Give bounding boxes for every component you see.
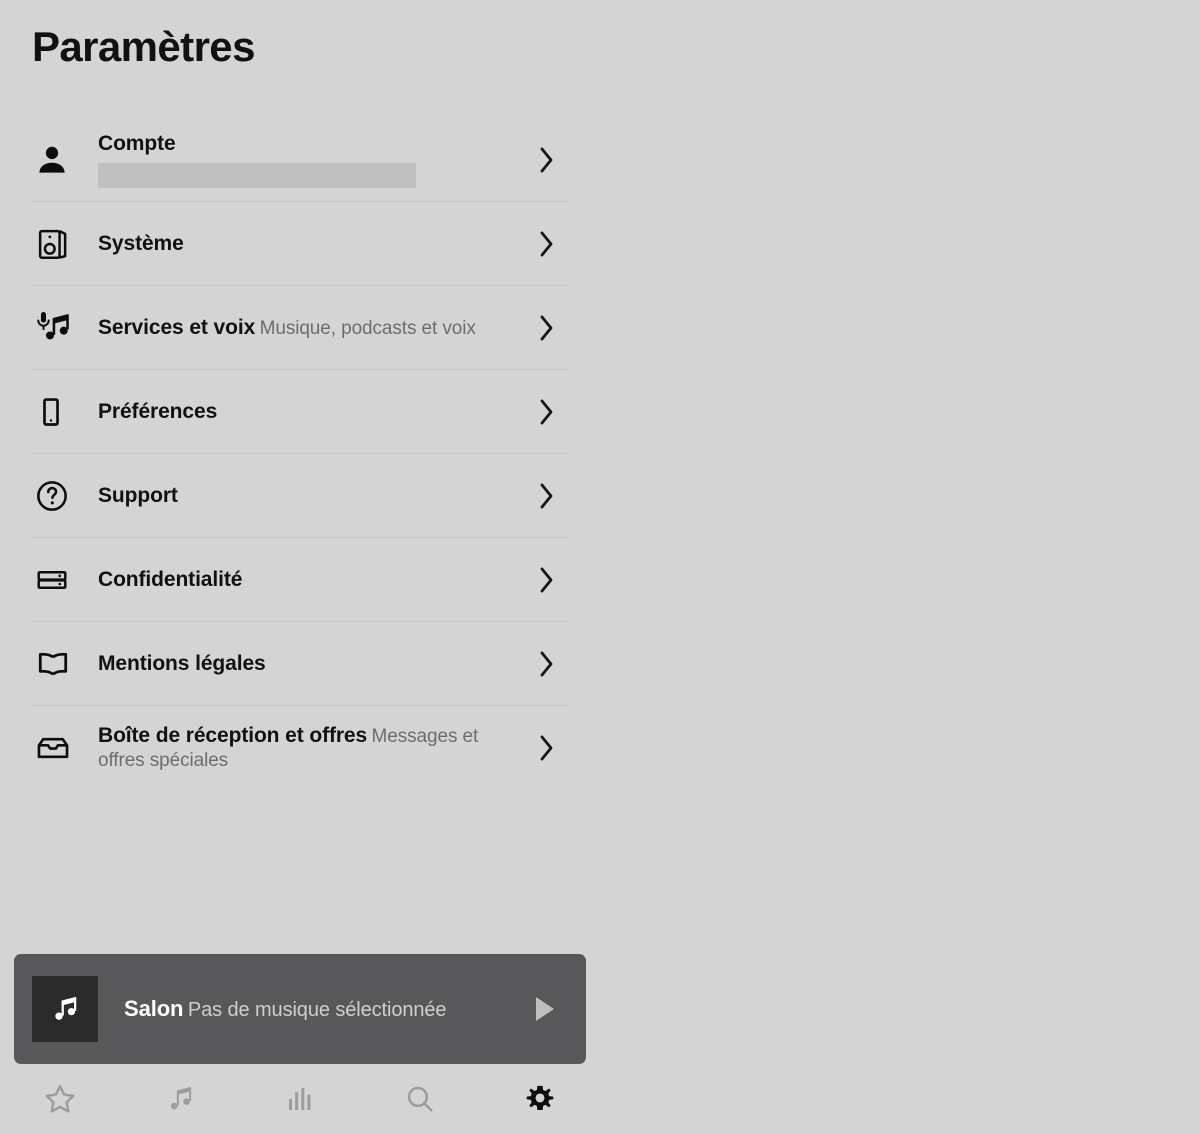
settings-item-label: Boîte de réception et offres xyxy=(98,724,368,748)
server-icon xyxy=(32,562,96,598)
chevron-right-icon xyxy=(524,227,568,261)
page-title: Paramètres xyxy=(32,23,255,70)
settings-item-label: Compte xyxy=(98,131,176,155)
settings-item-label: Système xyxy=(98,231,184,255)
settings-item-text: Mentions légales xyxy=(96,651,524,676)
settings-item-confidentialite[interactable]: Confidentialité xyxy=(32,538,568,622)
bottom-tab-bar xyxy=(0,1064,600,1134)
tab-settings[interactable] xyxy=(480,1064,600,1134)
settings-item-services-et-voix[interactable]: Services et voix Musique, podcasts et vo… xyxy=(32,286,568,370)
chevron-right-icon xyxy=(524,143,568,177)
account-email-redacted xyxy=(98,163,416,189)
settings-item-text: Services et voix Musique, podcasts et vo… xyxy=(96,315,524,341)
music-note-icon xyxy=(163,1082,197,1116)
settings-screen: Paramètres Compte Système Services et vo… xyxy=(0,0,600,1134)
settings-item-text: Support xyxy=(96,483,524,508)
settings-item-text: Préférences xyxy=(96,399,524,424)
tab-search[interactable] xyxy=(360,1064,480,1134)
settings-item-label: Services et voix xyxy=(98,315,256,339)
tab-rooms[interactable] xyxy=(240,1064,360,1134)
speaker-icon xyxy=(32,225,96,263)
settings-item-text: Confidentialité xyxy=(96,567,524,592)
help-icon xyxy=(32,478,96,514)
person-icon xyxy=(32,142,96,178)
star-icon xyxy=(43,1082,77,1116)
settings-item-support[interactable]: Support xyxy=(32,454,568,538)
settings-list: Compte Système Services et voix Musique,… xyxy=(32,118,568,790)
settings-item-text: Boîte de réception et offres Messages et… xyxy=(96,723,524,773)
settings-item-label: Mentions légales xyxy=(98,651,266,675)
inbox-icon xyxy=(32,729,96,767)
settings-item-preferences[interactable]: Préférences xyxy=(32,370,568,454)
chevron-right-icon xyxy=(524,395,568,429)
chevron-right-icon xyxy=(524,311,568,345)
chevron-right-icon xyxy=(524,563,568,597)
settings-item-systeme[interactable]: Système xyxy=(32,202,568,286)
now-playing-bar[interactable]: Salon Pas de musique sélectionnée xyxy=(14,954,586,1064)
now-playing-room: Salon xyxy=(124,995,184,1021)
search-icon xyxy=(403,1082,437,1116)
tab-browse[interactable] xyxy=(120,1064,240,1134)
book-icon xyxy=(32,645,96,683)
settings-item-compte[interactable]: Compte xyxy=(32,118,568,202)
chevron-right-icon xyxy=(524,647,568,681)
settings-item-text: Compte xyxy=(96,131,524,189)
now-playing-status: Pas de musique sélectionnée xyxy=(187,998,447,1021)
phone-icon xyxy=(32,395,96,429)
settings-item-label: Confidentialité xyxy=(98,567,243,591)
system-screen: Système Produits Salon Era 300 xyxy=(600,0,1200,1134)
gear-icon xyxy=(523,1082,557,1116)
tab-favorites[interactable] xyxy=(0,1064,120,1134)
settings-item-text: Système xyxy=(96,231,524,256)
settings-item-mentions-legales[interactable]: Mentions légales xyxy=(32,622,568,706)
now-playing-text: Salon Pas de musique sélectionnée xyxy=(98,996,520,1023)
play-icon[interactable] xyxy=(520,993,568,1025)
settings-item-label: Préférences xyxy=(98,399,218,423)
settings-item-label: Support xyxy=(98,483,178,507)
music-note-icon xyxy=(32,976,98,1042)
chevron-right-icon xyxy=(524,731,568,765)
settings-item-boite-de-reception[interactable]: Boîte de réception et offres Messages et… xyxy=(32,706,568,790)
settings-item-sublabel: Musique, podcasts et voix xyxy=(259,317,476,339)
app-root: Paramètres Compte Système Services et vo… xyxy=(0,0,1200,1134)
equalizer-icon xyxy=(283,1082,317,1116)
chevron-right-icon xyxy=(524,479,568,513)
voice-music-icon xyxy=(32,308,96,348)
